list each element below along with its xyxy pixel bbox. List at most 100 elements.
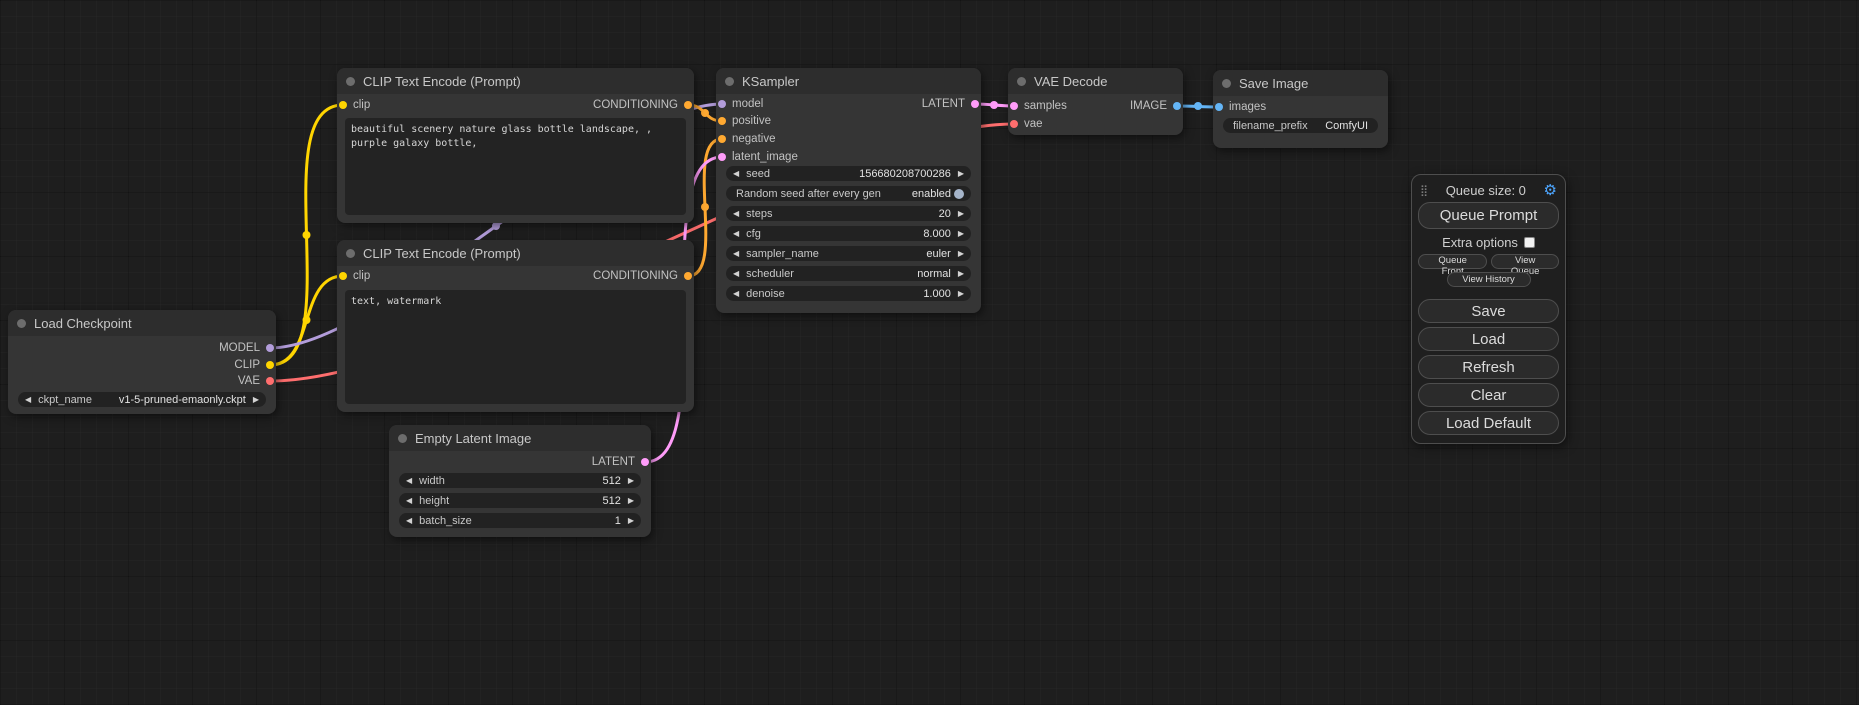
link-midpoint-dot-cond-pos <box>701 109 709 117</box>
slot-label: latent_image <box>732 151 798 163</box>
widget-steps[interactable]: ◀ steps 20 ▶ <box>726 206 971 221</box>
queue-size-label: Queue size: 0 <box>1446 183 1526 198</box>
node-title: Load Checkpoint <box>34 316 132 331</box>
widget-name: scheduler <box>746 268 917 280</box>
node-title-bar[interactable]: KSampler <box>716 68 981 94</box>
widget-seed[interactable]: ◀ seed 156680208700286 ▶ <box>726 166 971 181</box>
view-queue-button[interactable]: View Queue <box>1491 254 1559 269</box>
widget-name: ckpt_name <box>38 394 119 406</box>
widget-scheduler[interactable]: ◀ scheduler normal ▶ <box>726 266 971 281</box>
input-dot-vae[interactable] <box>1010 120 1018 128</box>
toggle-knob-icon[interactable] <box>954 189 964 199</box>
output-dot-conditioning[interactable] <box>684 101 692 109</box>
node-save-image[interactable]: Save Image images filename_prefix ComfyU… <box>1213 70 1388 148</box>
decrement-arrow-icon[interactable]: ◀ <box>733 170 739 178</box>
slot-label: LATENT <box>922 98 965 110</box>
node-empty-latent-image[interactable]: Empty Latent Image LATENT ◀ width 512 ▶ … <box>389 425 651 537</box>
input-dot-positive[interactable] <box>718 117 726 125</box>
input-dot-latent-image[interactable] <box>718 153 726 161</box>
node-title-bar[interactable]: Save Image <box>1213 70 1388 96</box>
input-dot-model[interactable] <box>718 100 726 108</box>
input-dot-negative[interactable] <box>718 135 726 143</box>
widget-value: 512 <box>602 495 620 507</box>
decrement-arrow-icon[interactable]: ◀ <box>406 517 412 525</box>
increment-arrow-icon[interactable]: ▶ <box>628 497 634 505</box>
widget-ckpt-name[interactable]: ◀ ckpt_name v1-5-pruned-emaonly.ckpt ▶ <box>18 392 266 407</box>
graph-canvas[interactable]: Load Checkpoint MODEL CLIP VAE ◀ ckpt_na… <box>0 0 1859 705</box>
queue-prompt-button[interactable]: Queue Prompt <box>1418 202 1559 229</box>
increment-arrow-icon[interactable]: ▶ <box>958 210 964 218</box>
save-button[interactable]: Save <box>1418 299 1559 323</box>
output-dot-conditioning[interactable] <box>684 272 692 280</box>
input-slot-model: model <box>718 97 763 111</box>
slot-label: images <box>1229 101 1266 113</box>
collapse-dot-icon[interactable] <box>725 77 734 86</box>
decrement-arrow-icon[interactable]: ◀ <box>733 210 739 218</box>
output-dot-vae[interactable] <box>266 377 274 385</box>
prompt-text-area[interactable]: beautiful scenery nature glass bottle la… <box>345 118 686 215</box>
input-dot-images[interactable] <box>1215 103 1223 111</box>
slot-label: clip <box>353 99 370 111</box>
increment-arrow-icon[interactable]: ▶ <box>958 270 964 278</box>
node-title: Empty Latent Image <box>415 431 531 446</box>
widget-sampler-name[interactable]: ◀ sampler_name euler ▶ <box>726 246 971 261</box>
increment-arrow-icon[interactable]: ▶ <box>958 170 964 178</box>
output-dot-clip[interactable] <box>266 361 274 369</box>
widget-width[interactable]: ◀ width 512 ▶ <box>399 473 641 488</box>
widget-cfg[interactable]: ◀ cfg 8.000 ▶ <box>726 226 971 241</box>
increment-arrow-icon[interactable]: ▶ <box>958 250 964 258</box>
decrement-arrow-icon[interactable]: ◀ <box>733 250 739 258</box>
node-clip-text-encode-negative[interactable]: CLIP Text Encode (Prompt) clip CONDITION… <box>337 240 694 412</box>
increment-arrow-icon[interactable]: ▶ <box>958 290 964 298</box>
view-history-button[interactable]: View History <box>1447 272 1531 287</box>
collapse-dot-icon[interactable] <box>346 77 355 86</box>
output-dot-latent[interactable] <box>971 100 979 108</box>
node-ksampler[interactable]: KSampler model positive negative latent_… <box>716 68 981 313</box>
input-dot-clip[interactable] <box>339 101 347 109</box>
output-dot-model[interactable] <box>266 344 274 352</box>
queue-front-button[interactable]: Queue Front <box>1418 254 1487 269</box>
decrement-arrow-icon[interactable]: ◀ <box>406 477 412 485</box>
output-dot-image[interactable] <box>1173 102 1181 110</box>
node-vae-decode[interactable]: VAE Decode samples vae IMAGE <box>1008 68 1183 135</box>
node-title-bar[interactable]: Load Checkpoint <box>8 310 276 336</box>
collapse-dot-icon[interactable] <box>17 319 26 328</box>
drag-handle-icon[interactable]: ⣿ <box>1420 184 1428 197</box>
decrement-arrow-icon[interactable]: ◀ <box>733 270 739 278</box>
extra-options-checkbox[interactable] <box>1524 237 1535 248</box>
increment-arrow-icon[interactable]: ▶ <box>628 477 634 485</box>
widget-filename-prefix[interactable]: filename_prefix ComfyUI <box>1223 118 1378 133</box>
decrement-arrow-icon[interactable]: ◀ <box>406 497 412 505</box>
increment-arrow-icon[interactable]: ▶ <box>628 517 634 525</box>
prompt-text-area[interactable]: text, watermark <box>345 290 686 404</box>
node-title-bar[interactable]: VAE Decode <box>1008 68 1183 94</box>
settings-gear-icon[interactable]: ⚙ <box>1544 181 1557 199</box>
node-title-bar[interactable]: CLIP Text Encode (Prompt) <box>337 68 694 94</box>
node-title: VAE Decode <box>1034 74 1107 89</box>
input-slot-clip: clip <box>339 98 370 112</box>
load-default-button[interactable]: Load Default <box>1418 411 1559 435</box>
widget-denoise[interactable]: ◀ denoise 1.000 ▶ <box>726 286 971 301</box>
widget-batch-size[interactable]: ◀ batch_size 1 ▶ <box>399 513 641 528</box>
node-clip-text-encode-positive[interactable]: CLIP Text Encode (Prompt) clip CONDITION… <box>337 68 694 223</box>
widget-height[interactable]: ◀ height 512 ▶ <box>399 493 641 508</box>
collapse-dot-icon[interactable] <box>1222 79 1231 88</box>
clear-button[interactable]: Clear <box>1418 383 1559 407</box>
node-load-checkpoint[interactable]: Load Checkpoint MODEL CLIP VAE ◀ ckpt_na… <box>8 310 276 414</box>
refresh-button[interactable]: Refresh <box>1418 355 1559 379</box>
collapse-dot-icon[interactable] <box>398 434 407 443</box>
widget-control-after-generate[interactable]: Random seed after every gen enabled <box>726 186 971 201</box>
collapse-dot-icon[interactable] <box>346 249 355 258</box>
input-dot-samples[interactable] <box>1010 102 1018 110</box>
load-button[interactable]: Load <box>1418 327 1559 351</box>
input-dot-clip[interactable] <box>339 272 347 280</box>
increment-arrow-icon[interactable]: ▶ <box>958 230 964 238</box>
output-dot-latent[interactable] <box>641 458 649 466</box>
decrement-arrow-icon[interactable]: ◀ <box>733 230 739 238</box>
decrement-arrow-icon[interactable]: ◀ <box>733 290 739 298</box>
increment-arrow-icon[interactable]: ▶ <box>253 396 259 404</box>
node-title-bar[interactable]: CLIP Text Encode (Prompt) <box>337 240 694 266</box>
node-title-bar[interactable]: Empty Latent Image <box>389 425 651 451</box>
decrement-arrow-icon[interactable]: ◀ <box>25 396 31 404</box>
collapse-dot-icon[interactable] <box>1017 77 1026 86</box>
